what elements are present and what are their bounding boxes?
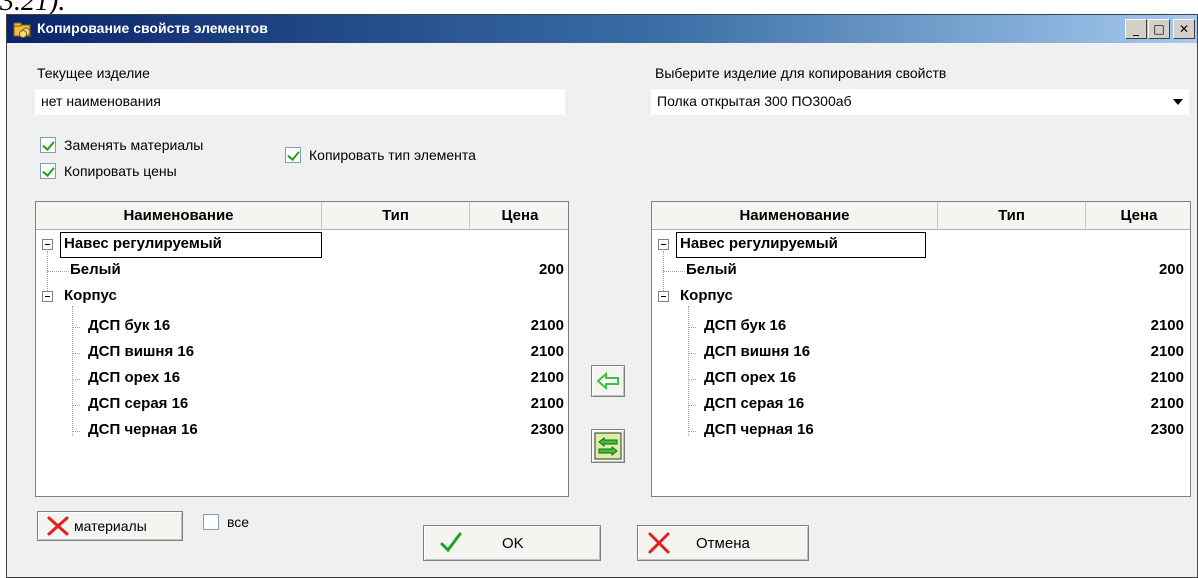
copy-type-label: Копировать тип элемента	[309, 147, 476, 163]
swap-arrows-icon	[594, 432, 622, 460]
tree-item-row[interactable]: ДСП вишня 16 2100	[36, 340, 568, 366]
title-bar[interactable]: Копирование свойств элементов _ □ ✕	[7, 15, 1197, 43]
tree-item-price: 2300	[1150, 421, 1184, 438]
product-select[interactable]: Полка открытая 300 ПО300аб	[651, 89, 1189, 115]
column-price-header[interactable]: Цена	[1086, 202, 1190, 230]
copy-prices-checkbox[interactable]: Копировать цены	[40, 163, 177, 179]
copy-type-checkbox[interactable]: Копировать тип элемента	[285, 147, 476, 163]
column-name-header[interactable]: Наименование	[36, 202, 322, 230]
tree-item-price: 2300	[530, 421, 564, 438]
collapse-icon[interactable]	[42, 239, 53, 250]
tree-item-row[interactable]: ДСП черная 16 2300	[652, 418, 1190, 444]
right-tree-header: Наименование Тип Цена	[652, 202, 1190, 230]
minimize-button[interactable]: _	[1125, 19, 1147, 39]
ok-button[interactable]: OK	[423, 525, 601, 561]
materials-button-label: материалы	[74, 518, 147, 534]
tree-item-name: ДСП серая 16	[704, 395, 805, 412]
tree-item-price: 2100	[1150, 317, 1184, 334]
dialog-window: Копирование свойств элементов _ □ ✕ Теку…	[6, 14, 1198, 578]
tree-item-name: ДСП орех 16	[88, 369, 181, 386]
materials-button[interactable]: материалы	[37, 511, 183, 541]
checkbox-all-box[interactable]	[203, 514, 219, 530]
tree-item-name: Белый	[686, 261, 737, 278]
arrow-left-icon	[596, 371, 619, 391]
tree-group-row[interactable]: Корпус	[36, 284, 568, 310]
tree-item-row[interactable]: ДСП орех 16 2100	[652, 366, 1190, 392]
tree-group-name: Навес регулируемый	[64, 235, 222, 252]
cancel-button[interactable]: Отмена	[637, 525, 809, 561]
tree-item-name: ДСП вишня 16	[704, 343, 811, 360]
tree-item-row[interactable]: Белый 200	[652, 258, 1190, 284]
replace-materials-label: Заменять материалы	[64, 137, 204, 153]
checkmark-icon	[440, 532, 462, 553]
tree-item-price: 2100	[530, 369, 564, 386]
tree-item-name: ДСП серая 16	[88, 395, 189, 412]
tree-group-name: Корпус	[64, 287, 117, 304]
tree-group-row[interactable]: Корпус	[652, 284, 1190, 310]
cancel-button-label: Отмена	[696, 534, 750, 552]
all-checkbox-label: все	[227, 514, 250, 530]
tree-item-row[interactable]: ДСП бук 16 2100	[652, 314, 1190, 340]
tree-item-row[interactable]: ДСП орех 16 2100	[36, 366, 568, 392]
tree-group-row[interactable]: Навес регулируемый	[652, 232, 1190, 258]
copy-left-button[interactable]	[591, 365, 625, 397]
red-cross-icon	[47, 516, 69, 536]
tree-item-name: ДСП черная 16	[704, 421, 814, 438]
maximize-button[interactable]: □	[1148, 19, 1170, 39]
left-tree-header: Наименование Тип Цена	[36, 202, 568, 230]
tree-group-name: Навес регулируемый	[680, 235, 838, 252]
red-cross-icon	[648, 532, 670, 554]
chevron-down-icon[interactable]	[1173, 99, 1183, 105]
product-select-value: Полка открытая 300 ПО300аб	[657, 93, 852, 109]
tree-item-price: 2100	[530, 317, 564, 334]
select-product-label: Выберите изделие для копирования свойств	[655, 65, 947, 81]
column-type-header[interactable]: Тип	[938, 202, 1086, 230]
swap-button[interactable]	[591, 429, 625, 463]
ok-button-label: OK	[502, 534, 524, 552]
checkbox-copy-prices-box[interactable]	[40, 163, 56, 179]
tree-item-price: 200	[1158, 261, 1184, 278]
tree-item-price: 2100	[1150, 369, 1184, 386]
tree-item-name: ДСП вишня 16	[88, 343, 195, 360]
tree-group-row[interactable]: Навес регулируемый	[36, 232, 568, 258]
checkbox-replace-materials-box[interactable]	[40, 137, 56, 153]
tree-item-name: ДСП черная 16	[88, 421, 198, 438]
close-button[interactable]: ✕	[1173, 19, 1195, 39]
collapse-icon[interactable]	[658, 239, 669, 250]
tree-item-row[interactable]: ДСП черная 16 2300	[36, 418, 568, 444]
tree-item-row[interactable]: Белый 200	[36, 258, 568, 284]
tree-item-row[interactable]: ДСП вишня 16 2100	[652, 340, 1190, 366]
tree-item-name: ДСП бук 16	[704, 317, 787, 334]
window-title: Копирование свойств элементов	[37, 20, 268, 36]
right-tree-view[interactable]: Наименование Тип Цена Навес регулируемый…	[651, 201, 1191, 497]
tree-item-row[interactable]: ДСП серая 16 2100	[36, 392, 568, 418]
collapse-icon[interactable]	[42, 291, 53, 302]
tree-item-name: ДСП бук 16	[88, 317, 171, 334]
tree-item-row[interactable]: ДСП серая 16 2100	[652, 392, 1190, 418]
tree-item-price: 2100	[1150, 343, 1184, 360]
collapse-icon[interactable]	[658, 291, 669, 302]
left-tree-view[interactable]: Наименование Тип Цена Навес регулируемый…	[35, 201, 569, 497]
folder-coins-icon	[13, 22, 31, 38]
column-type-header[interactable]: Тип	[322, 202, 470, 230]
checkbox-copy-type-box[interactable]	[285, 147, 301, 163]
current-product-label: Текущее изделие	[37, 65, 150, 81]
column-price-header[interactable]: Цена	[470, 202, 568, 230]
replace-materials-checkbox[interactable]: Заменять материалы	[40, 137, 203, 153]
tree-item-row[interactable]: ДСП бук 16 2100	[36, 314, 568, 340]
current-product-field[interactable]: нет наименования	[35, 89, 565, 115]
tree-item-price: 2100	[530, 395, 564, 412]
tree-group-name: Корпус	[680, 287, 733, 304]
tree-item-price: 200	[538, 261, 564, 278]
tree-item-price: 2100	[1150, 395, 1184, 412]
tree-item-price: 2100	[530, 343, 564, 360]
tree-item-name: ДСП орех 16	[704, 369, 797, 386]
column-name-header[interactable]: Наименование	[652, 202, 938, 230]
tree-item-name: Белый	[70, 261, 121, 278]
copy-prices-label: Копировать цены	[64, 163, 177, 179]
all-checkbox[interactable]: все	[203, 514, 249, 530]
